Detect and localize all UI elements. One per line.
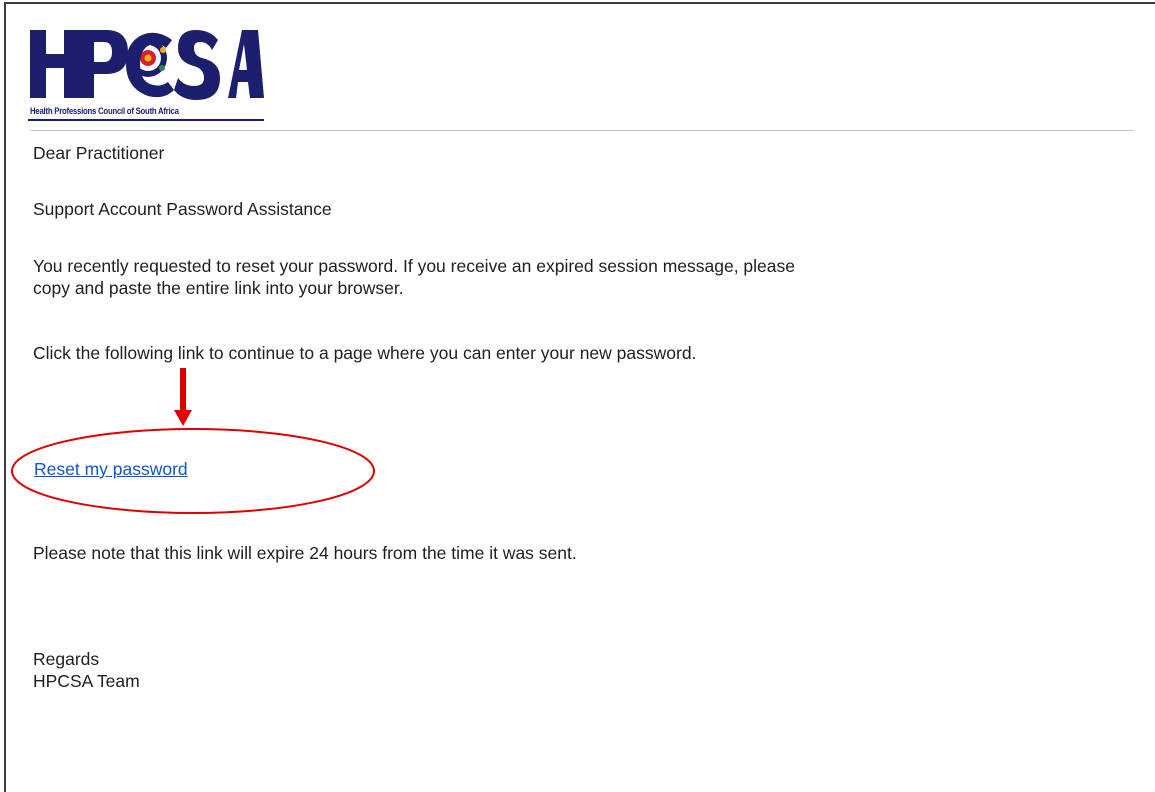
logo-underline	[28, 119, 264, 121]
paragraph-click-instruction: Click the following link to continue to …	[33, 343, 697, 363]
signature: HPCSA Team	[33, 671, 140, 691]
header-divider	[30, 130, 1134, 131]
greeting: Dear Practitioner	[33, 143, 165, 163]
expiry-note: Please note that this link will expire 2…	[33, 543, 577, 563]
paragraph-reset-request-line-2: copy and paste the entire link into your…	[33, 278, 404, 298]
hpcsa-logo: Health Professions Council of South Afri…	[28, 22, 264, 122]
signoff: Regards	[33, 649, 100, 669]
reset-password-link[interactable]: Reset my password	[34, 458, 188, 480]
paragraph-reset-request-line-1: You recently requested to reset your pas…	[33, 256, 796, 276]
hpcsa-logo-wordmark	[30, 30, 264, 100]
subject-line: Support Account Password Assistance	[33, 199, 332, 219]
logo-tagline: Health Professions Council of South Afri…	[30, 106, 179, 117]
